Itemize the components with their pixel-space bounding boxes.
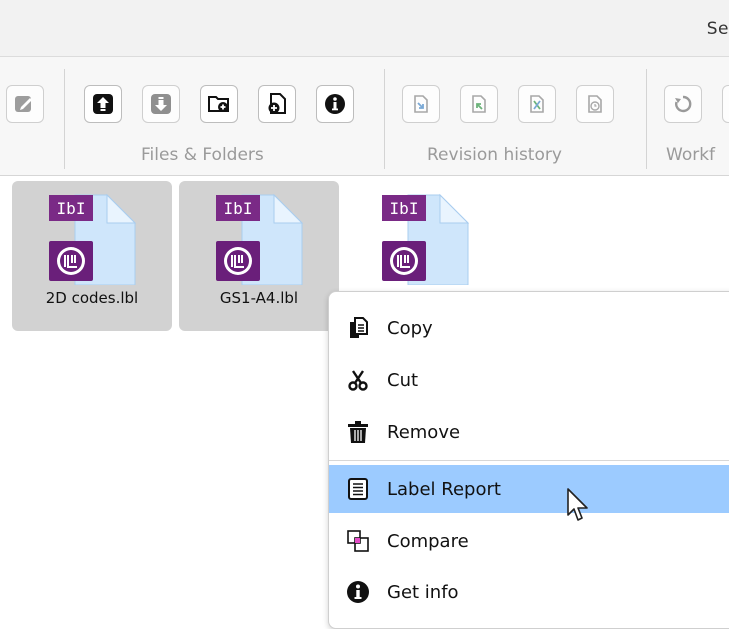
- checkin-icon: [414, 95, 428, 113]
- lbl-file-icon: IbI: [216, 193, 304, 285]
- upload-button[interactable]: [84, 85, 122, 123]
- workflow-icon: [675, 95, 692, 113]
- menu-item-label: Remove: [387, 421, 461, 443]
- download-button[interactable]: [142, 85, 180, 123]
- undo-checkout-icon: [530, 95, 544, 113]
- group-label-revision-history: Revision history: [427, 145, 562, 165]
- lbl-file-icon: IbI: [49, 193, 137, 285]
- file-name: GS1-A4.lbl: [219, 289, 299, 307]
- mouse-cursor-icon: [567, 488, 588, 521]
- ribbon-separator: [646, 69, 647, 169]
- menu-item-label: Compare: [387, 530, 469, 552]
- info-icon: [325, 94, 345, 114]
- topbar-truncated-label: Se: [706, 19, 729, 39]
- trash-icon: [345, 419, 371, 445]
- context-menu: Copy Cut Remove Label Report Compare Get…: [328, 291, 729, 629]
- menu-item-copy[interactable]: Copy: [329, 304, 729, 352]
- top-bar: Se: [0, 0, 729, 57]
- upload-icon: [93, 94, 113, 114]
- ribbon-separator: [384, 69, 385, 169]
- new-file-icon: [268, 93, 286, 114]
- edit-icon: [15, 96, 32, 112]
- download-icon: [151, 94, 171, 114]
- group-label-workflow: Workf: [666, 145, 716, 165]
- info-button[interactable]: [316, 85, 354, 123]
- copy-icon: [345, 315, 371, 341]
- menu-item-label: Label Report: [387, 478, 501, 500]
- svg-text:IbI: IbI: [390, 199, 419, 218]
- group-label-files-folders: Files & Folders: [141, 145, 264, 165]
- history-button[interactable]: [576, 85, 614, 123]
- info-icon: [345, 579, 371, 605]
- menu-item-label: Copy: [387, 317, 433, 339]
- menu-separator: [329, 460, 729, 461]
- menu-item-get-info[interactable]: Get info: [329, 568, 729, 616]
- menu-item-label: Get info: [387, 581, 459, 603]
- menu-item-label: Cut: [387, 369, 419, 391]
- history-icon: [588, 95, 602, 113]
- checkout-button[interactable]: [460, 85, 498, 123]
- menu-item-compare[interactable]: Compare: [329, 517, 729, 565]
- workflow-button[interactable]: [664, 85, 702, 123]
- menu-item-remove[interactable]: Remove: [329, 408, 729, 456]
- checkin-button[interactable]: [402, 85, 440, 123]
- file-name: 2D codes.lbl: [45, 289, 139, 307]
- new-folder-button[interactable]: [200, 85, 238, 123]
- new-file-button[interactable]: [258, 85, 296, 123]
- ribbon-toolbar: Files & Folders Revision history Workf: [0, 57, 729, 176]
- lbl-file-icon: IbI: [382, 193, 470, 285]
- svg-text:IbI: IbI: [224, 199, 253, 218]
- ribbon-separator: [64, 69, 65, 169]
- report-icon: [345, 476, 371, 502]
- file-item[interactable]: IbI 2D codes.lbl: [12, 181, 172, 331]
- scissors-icon: [345, 367, 371, 393]
- new-folder-icon: [208, 96, 229, 112]
- undo-checkout-button[interactable]: [518, 85, 556, 123]
- edit-button[interactable]: [6, 85, 44, 123]
- workflow-button-2[interactable]: [722, 85, 729, 123]
- menu-item-label-report[interactable]: Label Report: [329, 465, 729, 513]
- svg-text:IbI: IbI: [57, 199, 86, 218]
- compare-icon: [345, 528, 371, 554]
- file-item[interactable]: IbI GS1-A4.lbl: [179, 181, 339, 331]
- checkout-icon: [472, 95, 486, 113]
- menu-item-cut[interactable]: Cut: [329, 356, 729, 404]
